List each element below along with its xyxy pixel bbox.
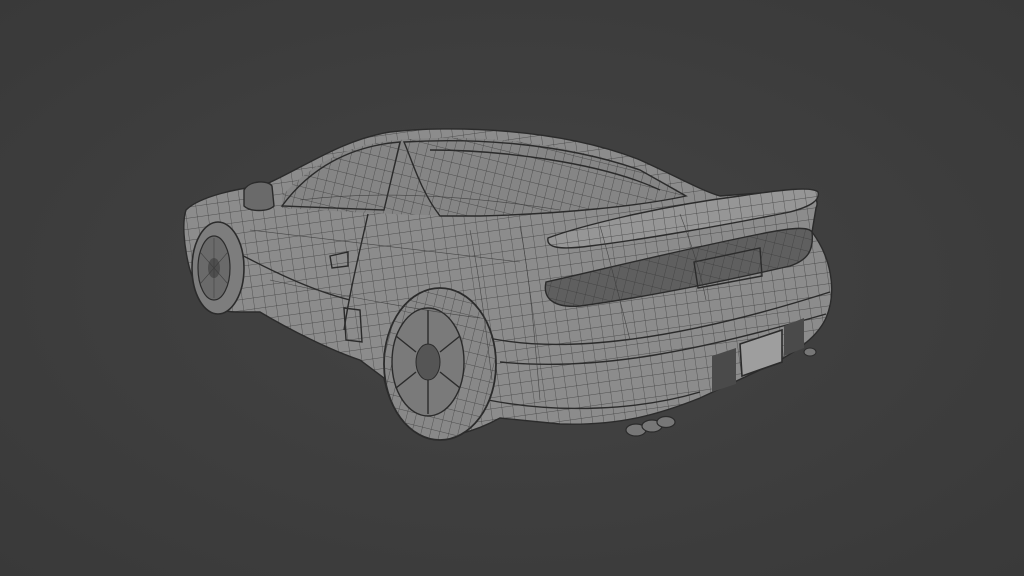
front-wheel: [191, 221, 245, 315]
rear-wheel: [383, 287, 497, 441]
3d-viewport[interactable]: [0, 0, 1024, 576]
side-mirror: [243, 181, 275, 212]
wireframe-car-model: [183, 128, 833, 441]
